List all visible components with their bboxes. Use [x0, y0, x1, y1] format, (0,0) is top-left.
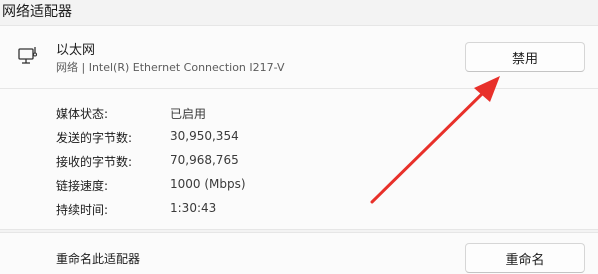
duration-value: 1:30:43 [170, 201, 217, 215]
duration-label: 持续时间: [56, 203, 109, 217]
bytes-received-value: 70,968,765 [170, 153, 239, 167]
adapter-name: 以太网 [56, 43, 96, 58]
network-adapter-panel: 网络适配器 以太网 网络 | Intel(R) Ethernet Connect… [0, 0, 598, 274]
media-status-value: 已启用 [170, 107, 207, 121]
bytes-sent-label: 发送的字节数: [56, 131, 133, 145]
bytes-received-label: 接收的字节数: [56, 155, 133, 169]
bytes-sent-value: 30,950,354 [170, 129, 239, 143]
section-title: 网络适配器 [2, 4, 72, 20]
link-speed-value: 1000 (Mbps) [170, 177, 246, 191]
rename-button[interactable]: 重命名 [465, 243, 585, 273]
monitor-network-icon [18, 47, 38, 64]
rename-adapter-label: 重命名此适配器 [56, 252, 141, 266]
link-speed-label: 链接速度: [56, 179, 109, 193]
media-status-label: 媒体状态: [56, 107, 109, 121]
adapter-description: 网络 | Intel(R) Ethernet Connection I217-V [56, 61, 285, 74]
disable-button[interactable]: 禁用 [465, 42, 585, 72]
